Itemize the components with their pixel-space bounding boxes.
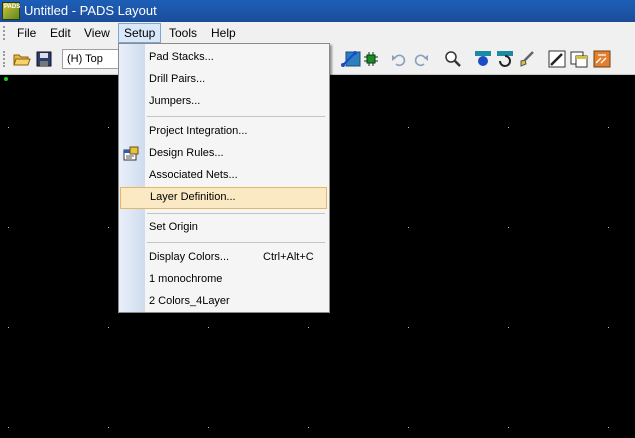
grid-dot: [8, 227, 9, 228]
grid-dot: [508, 427, 509, 428]
toolbar-grip[interactable]: [3, 51, 7, 67]
redo-icon[interactable]: [412, 50, 430, 68]
pads-logo-icon[interactable]: [593, 50, 611, 68]
title-bar: PADS Untitled - PADS Layout: [0, 0, 635, 22]
grid-dot: [508, 127, 509, 128]
grid-dot: [108, 327, 109, 328]
menu-item-associated-nets[interactable]: Associated Nets...: [119, 165, 329, 187]
menu-separator: [147, 242, 325, 243]
menu-edit[interactable]: Edit: [45, 24, 76, 42]
menu-help[interactable]: Help: [206, 24, 241, 42]
grid-dot: [608, 227, 609, 228]
grid-dot: [508, 227, 509, 228]
grid-dot: [8, 127, 9, 128]
grid-dot: [8, 327, 9, 328]
grid-dot: [208, 327, 209, 328]
open-folder-icon[interactable]: [13, 50, 31, 68]
menu-item-design-rules[interactable]: Design Rules...: [119, 143, 329, 165]
origin-marker: [4, 77, 8, 81]
menu-separator: [147, 213, 325, 214]
grid-dot: [508, 327, 509, 328]
grid-dot: [608, 427, 609, 428]
menu-item-pad-stacks[interactable]: Pad Stacks...: [119, 47, 329, 69]
menu-item-jumpers[interactable]: Jumpers...: [119, 91, 329, 113]
menu-item-project-integration[interactable]: Project Integration...: [119, 121, 329, 143]
menu-setup[interactable]: Setup: [118, 23, 162, 43]
grid-dot: [608, 127, 609, 128]
menu-bar: File Edit View Setup Tools Help: [0, 22, 635, 44]
save-disk-icon[interactable]: [35, 50, 53, 68]
menu-separator: [147, 116, 325, 117]
grid-dot: [408, 227, 409, 228]
design-verify-icon[interactable]: [548, 50, 566, 68]
menu-item-drill-pairs[interactable]: Drill Pairs...: [119, 69, 329, 91]
diagonal-route-icon[interactable]: [340, 50, 358, 68]
grid-dot: [408, 127, 409, 128]
menu-item-set-origin[interactable]: Set Origin: [119, 217, 329, 239]
shortcut-display-colors: Ctrl+Alt+C: [263, 251, 314, 263]
grid-dot: [408, 327, 409, 328]
setup-menu-dropdown: Pad Stacks... Drill Pairs... Jumpers... …: [118, 43, 330, 313]
zoom-icon[interactable]: [444, 50, 462, 68]
design-rules-icon: [123, 146, 139, 161]
grid-dot: [608, 327, 609, 328]
menu-item-colors-4layer[interactable]: 2 Colors_4Layer: [119, 291, 329, 313]
grid-dot: [208, 427, 209, 428]
grid-dot: [308, 327, 309, 328]
window-title: Untitled - PADS Layout: [24, 3, 157, 18]
grid-dot: [308, 427, 309, 428]
menu-item-display-colors[interactable]: Display Colors... Ctrl+Alt+C: [119, 247, 329, 269]
pads-app-icon[interactable]: PADS: [2, 2, 20, 20]
grid-dot: [108, 427, 109, 428]
menu-file[interactable]: File: [12, 24, 41, 42]
grid-dot: [408, 427, 409, 428]
grid-dot: [108, 227, 109, 228]
menu-item-layer-definition[interactable]: Layer Definition...: [120, 187, 327, 209]
menu-item-monochrome[interactable]: 1 monochrome: [119, 269, 329, 291]
grid-dot: [108, 127, 109, 128]
refresh-icon[interactable]: [496, 50, 514, 68]
pan-icon[interactable]: [474, 50, 492, 68]
menu-view[interactable]: View: [79, 24, 115, 42]
window-list-icon[interactable]: [570, 50, 588, 68]
layer-select[interactable]: (H) Top: [62, 49, 122, 69]
menubar-grip[interactable]: [3, 26, 7, 40]
undo-icon[interactable]: [390, 50, 408, 68]
brush-icon[interactable]: [518, 50, 536, 68]
component-icon[interactable]: [362, 50, 380, 68]
grid-dot: [8, 427, 9, 428]
menu-tools[interactable]: Tools: [164, 24, 202, 42]
